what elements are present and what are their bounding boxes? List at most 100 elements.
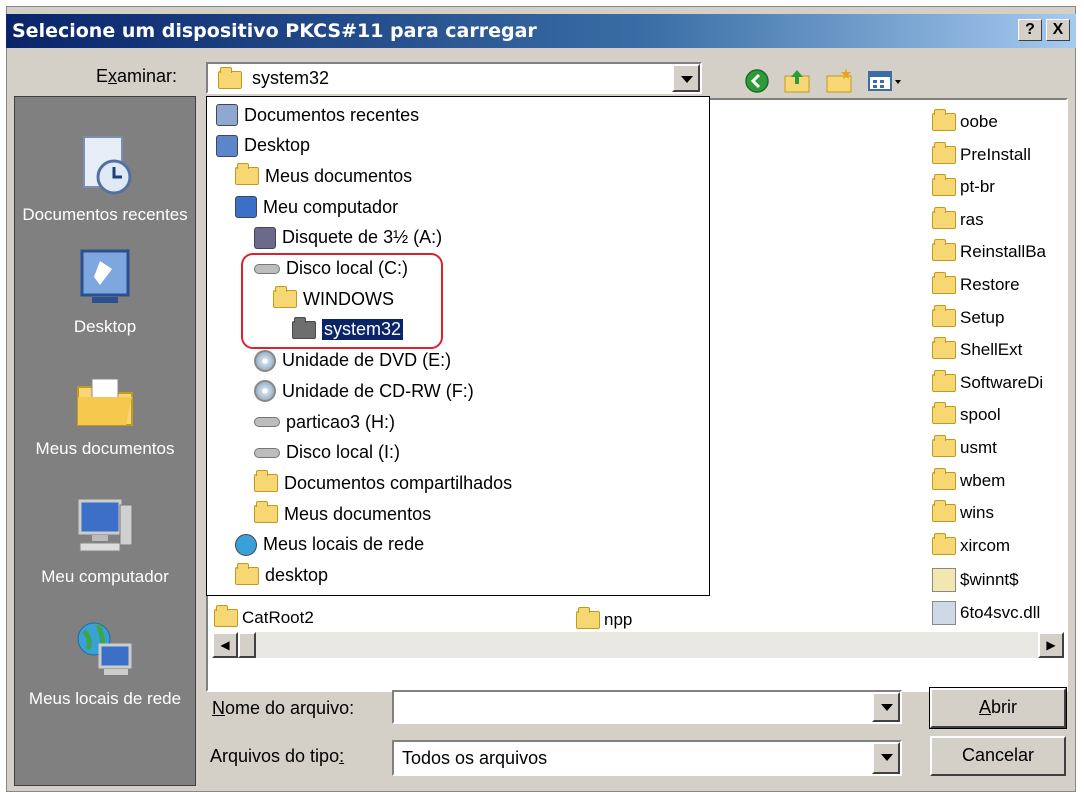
dropdown-item[interactable]: desktop — [235, 561, 328, 591]
folder-icon — [273, 286, 297, 309]
folder-icon — [235, 562, 259, 585]
up-folder-icon[interactable] — [782, 66, 812, 96]
dropdown-item-label: Disco local (C:) — [286, 258, 409, 278]
file-name: wins — [960, 503, 995, 523]
dropdown-item[interactable]: Documentos recentes — [216, 100, 419, 130]
list-item[interactable]: xircom — [932, 532, 1010, 556]
scroll-thumb[interactable] — [238, 632, 256, 658]
dropdown-item-label: Desktop — [244, 135, 311, 156]
dropdown-item[interactable]: Disco local (C:) — [254, 254, 408, 284]
scroll-right-button[interactable]: ▶ — [1038, 632, 1064, 658]
place-desktop[interactable]: Desktop — [15, 245, 195, 339]
close-button[interactable]: X — [1046, 19, 1070, 41]
list-item[interactable]: oobe — [932, 109, 998, 132]
place-my-computer[interactable]: Meu computador — [15, 495, 195, 589]
folder-icon — [932, 532, 956, 555]
filename-input[interactable] — [392, 690, 902, 724]
dropdown-item[interactable]: Disquete de 3½ (A:) — [254, 223, 442, 253]
list-item[interactable]: wbem — [932, 467, 1005, 491]
place-label: Meus locais de rede — [28, 689, 182, 708]
folder-icon — [932, 239, 956, 262]
list-item[interactable]: PreInstall — [932, 141, 1031, 165]
back-icon[interactable] — [742, 66, 772, 96]
dropdown-item[interactable]: Unidade de CD-RW (F:) — [254, 376, 474, 406]
dropdown-item[interactable]: Meus documentos — [235, 161, 412, 191]
view-menu-icon[interactable] — [866, 66, 906, 96]
dll-file-icon — [932, 601, 956, 625]
filename-label: Nome do arquivo: — [212, 698, 355, 718]
file-name: spool — [960, 405, 1001, 425]
drive-icon — [254, 417, 280, 427]
dropdown-item-label: Meus documentos — [265, 165, 413, 186]
cancel-button[interactable]: Cancelar — [930, 736, 1066, 776]
folder-icon — [932, 272, 956, 294]
file-name: ReinstallBa — [960, 242, 1046, 262]
dropdown-item-label: desktop — [265, 565, 329, 585]
chevron-down-icon[interactable] — [672, 64, 700, 92]
list-item[interactable]: ras — [932, 206, 984, 230]
dropdown-item[interactable]: Unidade de DVD (E:) — [254, 346, 451, 376]
file-name: 6to4svc.dll — [960, 603, 1041, 622]
list-item[interactable]: usmt — [932, 435, 997, 458]
scroll-left-button[interactable]: ◀ — [212, 632, 238, 658]
folder-icon — [218, 67, 242, 89]
dropdown-item[interactable]: Disco local (I:) — [254, 438, 400, 468]
filetype-value: Todos os arquivos — [402, 748, 548, 768]
list-item[interactable]: wins — [932, 500, 995, 523]
dropdown-item-label: Disquete de 3½ (A:) — [282, 227, 443, 248]
chevron-down-icon[interactable] — [872, 742, 900, 774]
file-name: SoftwareDi — [960, 372, 1044, 392]
folder-icon — [235, 163, 259, 186]
file-icon — [932, 568, 956, 593]
place-my-documents[interactable]: Meus documentos — [15, 367, 195, 461]
look-in-combo[interactable]: system32 — [206, 62, 702, 94]
dropdown-item-label: particao3 (H:) — [286, 411, 396, 432]
dropdown-item-label: Meus locais de rede — [263, 534, 425, 555]
place-recent-documents[interactable]: Documentos recentes — [15, 133, 195, 227]
list-item[interactable]: 6to4svc.dll — [932, 601, 1040, 625]
list-item[interactable]: npp — [576, 607, 633, 630]
file-name: ShellExt — [960, 340, 1023, 360]
file-name: npp — [604, 610, 633, 629]
open-button[interactable]: Abrir — [929, 687, 1067, 729]
dropdown-item[interactable]: Documentos compartilhados — [254, 468, 512, 498]
dropdown-item[interactable]: Meus documentos — [254, 499, 431, 529]
chevron-down-icon[interactable] — [872, 692, 900, 722]
folder-icon — [932, 174, 956, 197]
list-item[interactable]: ShellExt — [932, 337, 1023, 360]
list-item[interactable]: spool — [932, 402, 1001, 425]
dropdown-item[interactable]: WINDOWS — [273, 284, 394, 314]
help-button[interactable]: ? — [1018, 19, 1042, 41]
dropdown-item-label: system32 — [320, 318, 405, 342]
list-item[interactable]: $winnt$ — [932, 568, 1019, 593]
dropdown-item[interactable]: system32 — [292, 315, 405, 345]
folder-icon — [932, 304, 956, 327]
dropdown-item-label: Documentos compartilhados — [284, 472, 513, 493]
file-name: PreInstall — [960, 144, 1031, 164]
dropdown-item-label: Unidade de CD-RW (F:) — [282, 380, 474, 401]
list-item[interactable]: Setup — [932, 304, 1004, 328]
look-in-value: system32 — [252, 68, 330, 88]
list-item[interactable]: pt-br — [932, 174, 995, 197]
file-name: usmt — [960, 438, 997, 457]
place-label: Meus documentos — [35, 439, 175, 458]
filetype-select[interactable]: Todos os arquivos — [392, 740, 902, 776]
network-places-icon — [70, 617, 140, 683]
folder-icon — [932, 206, 956, 229]
folder-icon — [932, 500, 956, 523]
floppy-icon — [254, 226, 276, 249]
list-item[interactable]: Restore — [932, 272, 1020, 295]
new-folder-icon[interactable] — [824, 66, 854, 96]
list-item[interactable]: ReinstallBa — [932, 239, 1046, 262]
dropdown-item[interactable]: Desktop — [216, 131, 310, 161]
horizontal-scrollbar[interactable]: ◀ ▶ — [212, 632, 1064, 658]
list-item[interactable]: SoftwareDi — [932, 369, 1044, 393]
dropdown-item[interactable]: Meu computador — [235, 192, 398, 222]
folder-icon — [214, 605, 238, 627]
place-network[interactable]: Meus locais de rede — [15, 617, 195, 711]
folder-icon — [292, 316, 316, 339]
dropdown-item[interactable]: particao3 (H:) — [254, 407, 395, 437]
dropdown-item[interactable]: Meus locais de rede — [235, 530, 424, 560]
list-item[interactable]: CatRoot2 — [214, 605, 314, 628]
desktop-icon — [70, 245, 140, 311]
